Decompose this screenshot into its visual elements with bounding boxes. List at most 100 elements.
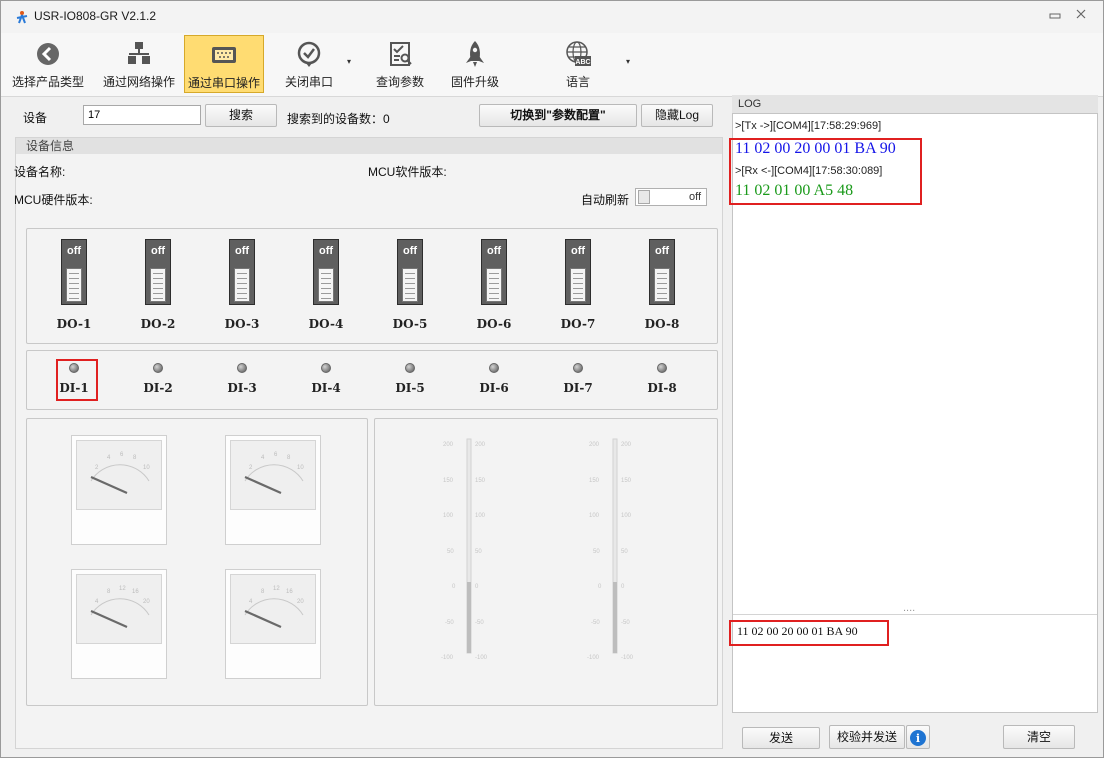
switch-state: off: [570, 245, 586, 257]
do-2-switch[interactable]: off: [145, 239, 171, 305]
do-7-switch[interactable]: off: [565, 239, 591, 305]
device-id-input[interactable]: [83, 105, 201, 125]
close-serial-button[interactable]: 关闭串口: [269, 35, 349, 93]
di-4-label: DI-4: [311, 381, 341, 395]
search-bar: 设备 搜索 搜索到的设备数：0 切换到"参数配置" 隐藏Log: [15, 99, 723, 131]
network-icon: [128, 42, 150, 64]
device-info-panel: 设备信息 设备名称: MCU软件版本: MCU硬件版本: 自动刷新 off of…: [14, 137, 723, 749]
gauge-dial: 4 8 12 16 20: [90, 586, 150, 629]
info-glyph: i: [916, 732, 920, 745]
hide-log-button[interactable]: 隐藏Log: [641, 104, 713, 127]
svg-text:50: 50: [447, 549, 454, 555]
toolbar-label: 选择产品类型: [11, 75, 84, 89]
di-6-led: [489, 363, 499, 373]
switch-state: off: [150, 245, 166, 257]
device-name-label: 设备名称:: [14, 165, 66, 179]
svg-text:50: 50: [621, 549, 628, 555]
di-6-label: DI-6: [479, 381, 509, 395]
di-8-led: [657, 363, 667, 373]
svg-text:100: 100: [621, 513, 632, 519]
svg-text:200: 200: [589, 442, 600, 448]
info-button[interactable]: i: [906, 725, 930, 749]
svg-text:-50: -50: [621, 620, 630, 626]
firmware-upgrade-button[interactable]: 固件升级: [443, 35, 507, 93]
svg-text:200: 200: [475, 442, 486, 448]
svg-text:ABC: ABC: [575, 59, 590, 66]
switch-state: off: [402, 245, 418, 257]
language-dropdown-caret[interactable]: ▾: [626, 57, 630, 66]
level-bar-2: 200 200 150 150 100 100 50 50 0 0 -50 -50 -100…: [587, 438, 634, 661]
di-5-label: DI-5: [395, 381, 425, 395]
minimize-button[interactable]: [1045, 7, 1065, 25]
search-button[interactable]: 搜索: [205, 104, 277, 127]
do-8-switch[interactable]: off: [649, 239, 675, 305]
select-product-button[interactable]: 选择产品类型: [1, 35, 95, 93]
do-4-switch[interactable]: off: [313, 239, 339, 305]
main-panel: 设备 搜索 搜索到的设备数：0 切换到"参数配置" 隐藏Log 设备信息 设备名…: [14, 99, 723, 749]
do-1-switch[interactable]: off: [61, 239, 87, 305]
close-serial-dropdown-caret[interactable]: ▾: [347, 57, 351, 66]
switch-slider: [234, 268, 250, 302]
language-button[interactable]: ABC 语言: [547, 35, 609, 93]
app-logo-icon: [16, 11, 28, 24]
gauge-tick: 4: [107, 455, 111, 461]
switch-state: off: [234, 245, 250, 257]
svg-text:-50: -50: [445, 620, 454, 626]
switch-to-config-button[interactable]: 切换到"参数配置": [479, 104, 637, 127]
mcu-software-version-label: MCU软件版本:: [368, 165, 447, 179]
gauge-tick: 2: [95, 465, 99, 471]
clear-button[interactable]: 清空: [1003, 725, 1075, 749]
log-splitter[interactable]: ....: [903, 602, 915, 614]
gauge-tick: 2: [249, 465, 253, 471]
svg-text:0: 0: [621, 584, 625, 590]
verify-send-button[interactable]: 校验并发送: [829, 725, 905, 749]
auto-refresh-toggle[interactable]: off: [635, 188, 707, 206]
send-button[interactable]: 发送: [742, 727, 820, 749]
title-bar: USR-IO808-GR V2.1.2: [1, 1, 1103, 33]
close-icon: [1076, 9, 1086, 19]
di-7-label: DI-7: [563, 381, 593, 395]
switch-slider: [318, 268, 334, 302]
svg-text:0: 0: [452, 584, 456, 590]
log-output[interactable]: >[Tx ->][COM4][17:58:29:969] 11 02 00 20…: [729, 113, 1098, 713]
serial-operate-button[interactable]: 通过串口操作: [184, 35, 264, 93]
svg-text:-50: -50: [591, 620, 600, 626]
digital-inputs-group: DI-1 DI-2 DI-3 DI-4 DI-5 DI-6 DI-7 DI-8: [26, 350, 718, 410]
query-params-button[interactable]: 查询参数: [369, 35, 431, 93]
back-arrow-icon: [37, 43, 59, 65]
app-window: USR-IO808-GR V2.1.2 选择产品类型 通过网络操作 通过串口操作…: [0, 0, 1104, 758]
svg-text:50: 50: [593, 549, 600, 555]
gauge-tick: 8: [133, 455, 137, 461]
svg-text:150: 150: [589, 478, 600, 484]
toggle-state-text: off: [688, 191, 701, 203]
level-bars-group: 200 200 150 150 100 100 50 50 0 0 -50 -50 -100…: [374, 418, 718, 706]
main-toolbar: 选择产品类型 通过网络操作 通过串口操作 关闭串口 ▾ 查询参数 固件升级 AB…: [1, 33, 1103, 97]
di-7-led: [573, 363, 583, 373]
network-operate-button[interactable]: 通过网络操作: [99, 35, 179, 93]
svg-text:100: 100: [475, 513, 486, 519]
toolbar-label: 通过串口操作: [187, 76, 260, 90]
gauge-face: 4 8 12 16 20: [76, 574, 162, 644]
send-input-highlight-box: [729, 620, 889, 646]
globe-abc-icon: ABC: [566, 41, 591, 66]
do-3-switch[interactable]: off: [229, 239, 255, 305]
gauge-dial: 2 4 6 8 10: [90, 452, 150, 495]
do-4-label: DO-4: [308, 317, 344, 331]
svg-text:-100: -100: [475, 655, 488, 661]
serial-port-icon: [212, 47, 236, 63]
switch-state: off: [66, 245, 82, 257]
do-2-label: DO-2: [140, 317, 176, 331]
do-5-switch[interactable]: off: [397, 239, 423, 305]
di-4-led: [321, 363, 331, 373]
svg-text:150: 150: [475, 478, 486, 484]
gauge-tick: 8: [107, 589, 111, 595]
do-5-label: DO-5: [392, 317, 428, 331]
auto-refresh-label: 自动刷新: [581, 193, 630, 207]
switch-state: off: [318, 245, 334, 257]
close-button[interactable]: [1071, 7, 1091, 25]
log-highlight-box: [729, 138, 922, 205]
level-bar-1: 200 200 150 150 100 100 50 50 0 0 -50 -50 -100…: [441, 438, 488, 661]
svg-text:-100: -100: [441, 655, 454, 661]
mcu-hardware-version-label: MCU硬件版本:: [14, 193, 93, 207]
do-6-switch[interactable]: off: [481, 239, 507, 305]
